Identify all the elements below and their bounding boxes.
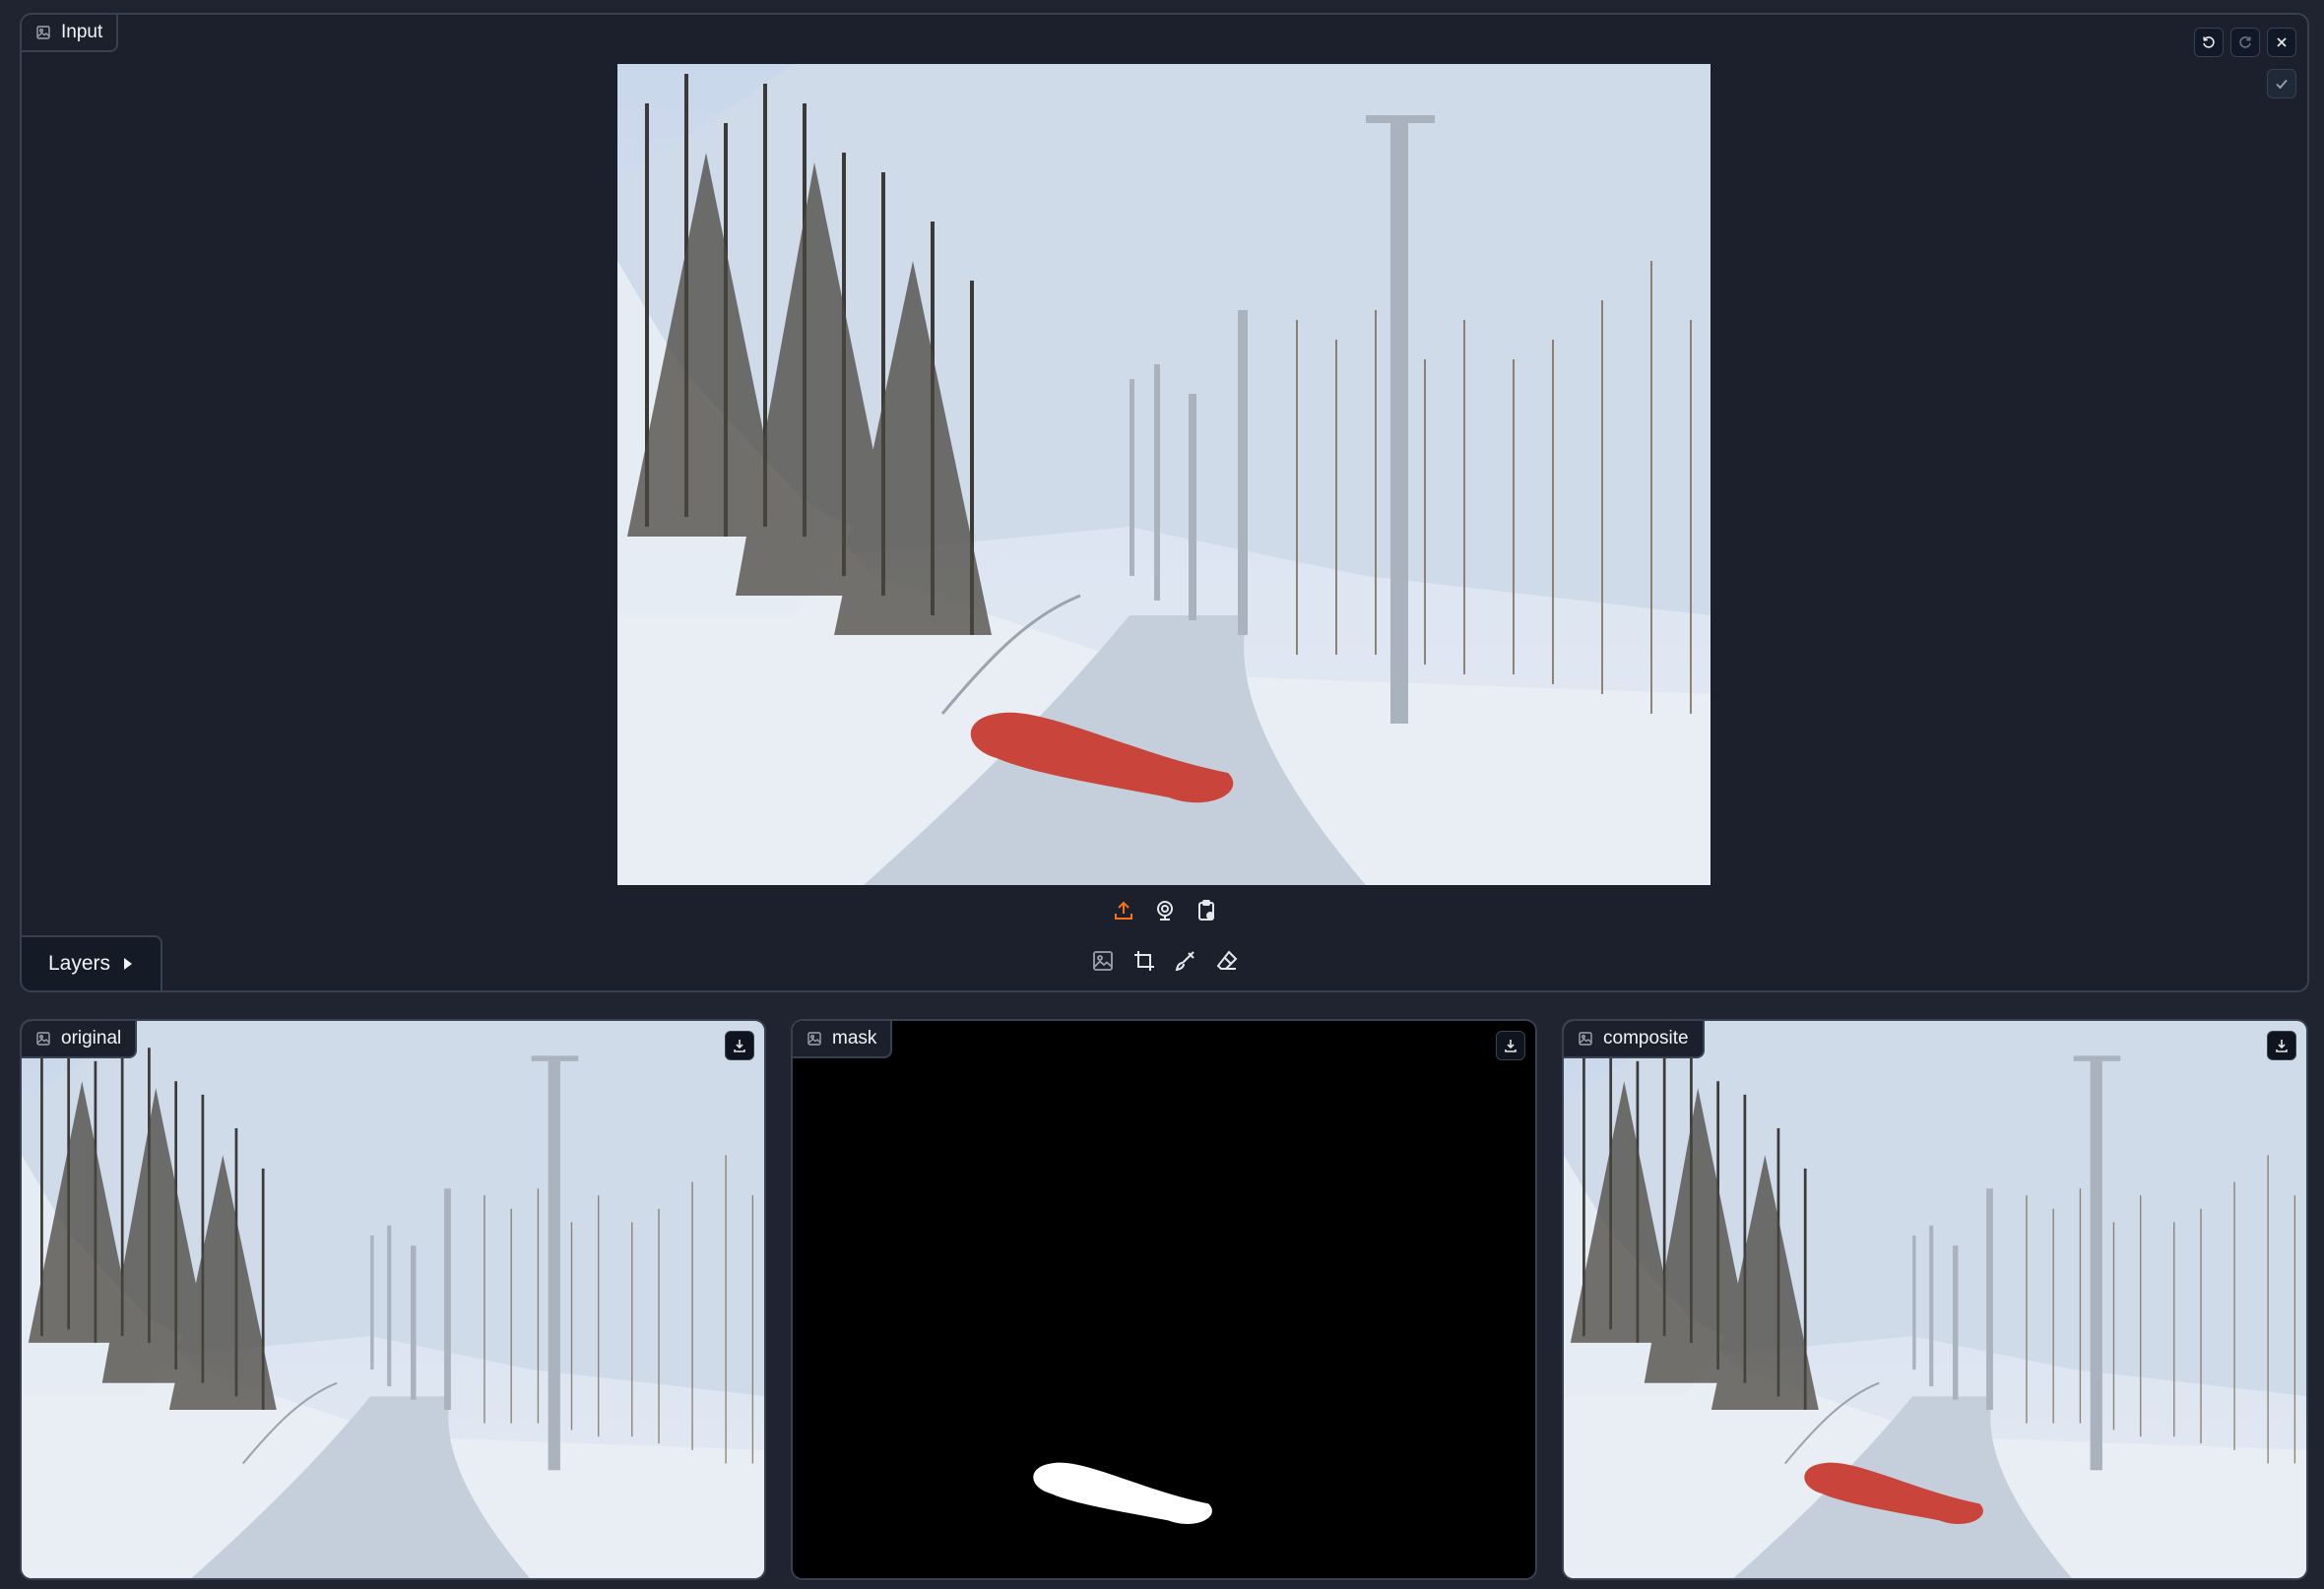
canvas-image[interactable] [617,64,1711,885]
image-editor-panel: Input Layers [20,13,2309,992]
download-mask-button[interactable] [1496,1031,1525,1060]
image-icon [1579,1032,1592,1046]
input-label: Input [22,15,119,52]
original-output-panel: original [20,1019,766,1580]
redo-icon [2239,36,2251,48]
close-button[interactable] [2267,28,2296,57]
download-original-button[interactable] [725,1031,754,1060]
source-buttons [1111,898,1219,923]
snowy-road-photo [1564,1021,2308,1580]
download-icon [1505,1040,1517,1052]
composite-label: composite [1564,1021,1705,1058]
eraser-tool-button[interactable] [1214,948,1240,974]
upload-icon [1114,901,1132,920]
mask-shape [793,1021,1535,1578]
crop-icon [1133,951,1154,971]
layers-button[interactable]: Layers [22,935,162,990]
webcam-button[interactable] [1152,898,1178,923]
upload-button[interactable] [1111,898,1136,923]
brush-icon [1175,951,1194,972]
tool-buttons [1090,948,1240,974]
image-tool-button[interactable] [1090,948,1116,974]
undo-button[interactable] [2194,28,2224,57]
close-icon [2277,37,2287,47]
input-label-text: Input [61,22,103,42]
original-label: original [22,1021,138,1058]
confirm-button[interactable] [2267,69,2296,98]
mask-label-text: mask [832,1028,877,1049]
crop-tool-button[interactable] [1131,948,1157,974]
mask-label: mask [793,1021,893,1058]
composite-label-text: composite [1603,1028,1689,1049]
webcam-icon [1156,901,1173,921]
original-image [22,1021,766,1580]
download-icon [2276,1040,2288,1052]
image-icon [807,1032,821,1046]
image-icon [36,26,50,39]
clipboard-button[interactable] [1194,898,1219,923]
brush-tool-button[interactable] [1173,948,1198,974]
eraser-icon [1216,950,1237,970]
mask-output-panel: mask [791,1019,1537,1580]
image-icon [36,1032,50,1046]
download-composite-button[interactable] [2267,1031,2296,1060]
download-icon [734,1040,745,1052]
composite-output-panel: composite [1562,1019,2308,1580]
snowy-road-photo [617,64,1711,885]
mask-image [793,1021,1535,1578]
composite-image [1564,1021,2308,1580]
original-label-text: original [61,1028,122,1049]
snowy-road-photo [22,1021,766,1580]
caret-right-icon [124,958,133,970]
redo-button[interactable] [2230,28,2260,57]
undo-icon [2203,36,2215,48]
image-icon [1092,951,1113,971]
layers-label: Layers [47,952,111,975]
check-icon [2276,79,2288,90]
clipboard-icon [1197,900,1214,921]
